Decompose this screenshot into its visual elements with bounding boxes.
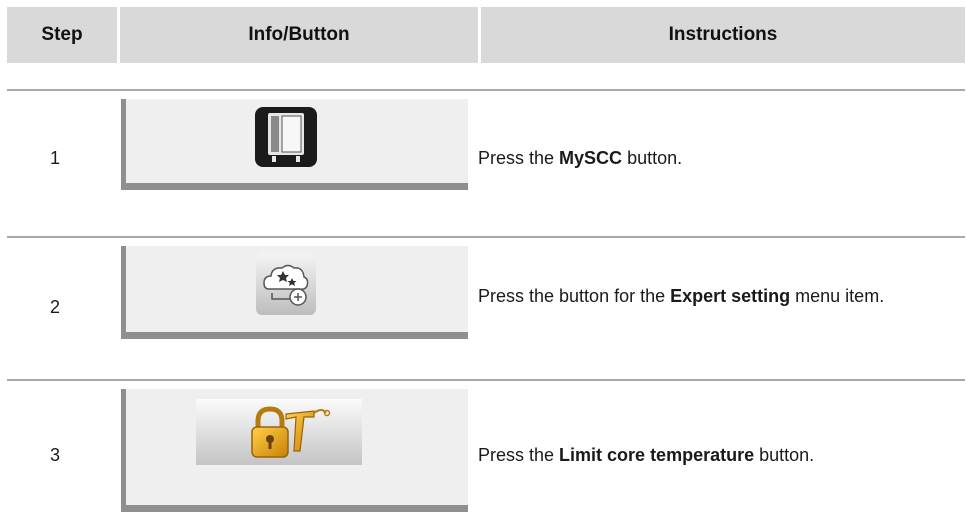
expert-setting-icon[interactable] xyxy=(256,253,316,320)
button-panel xyxy=(121,246,468,339)
button-panel xyxy=(121,99,468,190)
mysccc-oven-icon[interactable] xyxy=(255,107,317,172)
divider xyxy=(7,236,965,238)
instruction-text: Press the Limit core temperature button. xyxy=(478,445,815,465)
button-panel xyxy=(121,389,468,512)
header-info-button: Info/Button xyxy=(117,7,478,63)
table-header: Step Info/Button Instructions xyxy=(7,7,965,63)
instruction-text: Press the button for the Expert setting … xyxy=(478,286,885,306)
instruction-text: Press the MySCC button. xyxy=(478,148,683,168)
header-instructions: Instructions xyxy=(478,7,965,63)
divider xyxy=(7,89,965,91)
header-step: Step xyxy=(41,24,83,45)
limit-core-temperature-icon[interactable] xyxy=(196,399,362,470)
step-number: 2 xyxy=(49,297,60,317)
divider xyxy=(7,379,965,381)
step-number: 1 xyxy=(49,148,60,168)
step-number: 3 xyxy=(49,445,60,465)
